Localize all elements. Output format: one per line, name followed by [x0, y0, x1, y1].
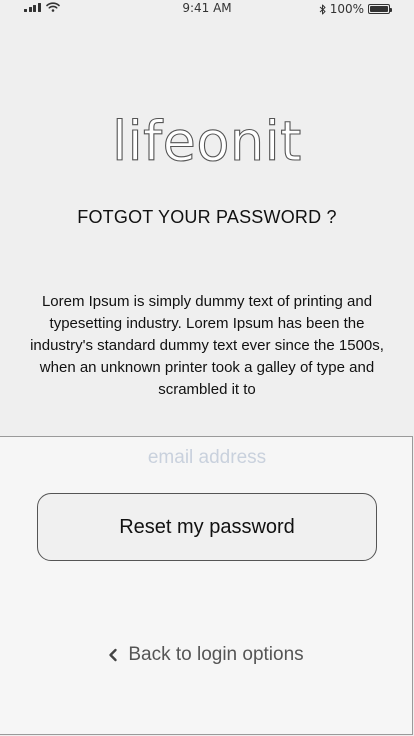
- bluetooth-icon: [319, 4, 326, 14]
- chevron-left-icon: [109, 648, 118, 662]
- reset-password-button[interactable]: Reset my password: [37, 493, 377, 561]
- reset-form-panel: Reset my password Back to login options: [0, 436, 413, 735]
- forgot-password-screen: 9:41 AM 100% lifeonit FOTGOT YOUR PASSWO…: [0, 0, 414, 736]
- page-title: FOTGOT YOUR PASSWORD ?: [77, 207, 337, 227]
- battery-nub: [390, 7, 392, 12]
- status-bar: 9:41 AM 100%: [0, 0, 414, 20]
- status-right: 100%: [319, 2, 392, 16]
- battery-percentage: 100%: [329, 2, 364, 16]
- email-field[interactable]: [37, 443, 377, 473]
- back-to-login-link[interactable]: Back to login options: [0, 644, 412, 666]
- battery-icon: [368, 4, 392, 14]
- page-description: Lorem Ipsum is simply dummy text of prin…: [30, 293, 384, 398]
- back-link-label: Back to login options: [128, 644, 304, 665]
- battery-fill: [370, 6, 388, 12]
- app-logo: lifeonit: [112, 109, 302, 173]
